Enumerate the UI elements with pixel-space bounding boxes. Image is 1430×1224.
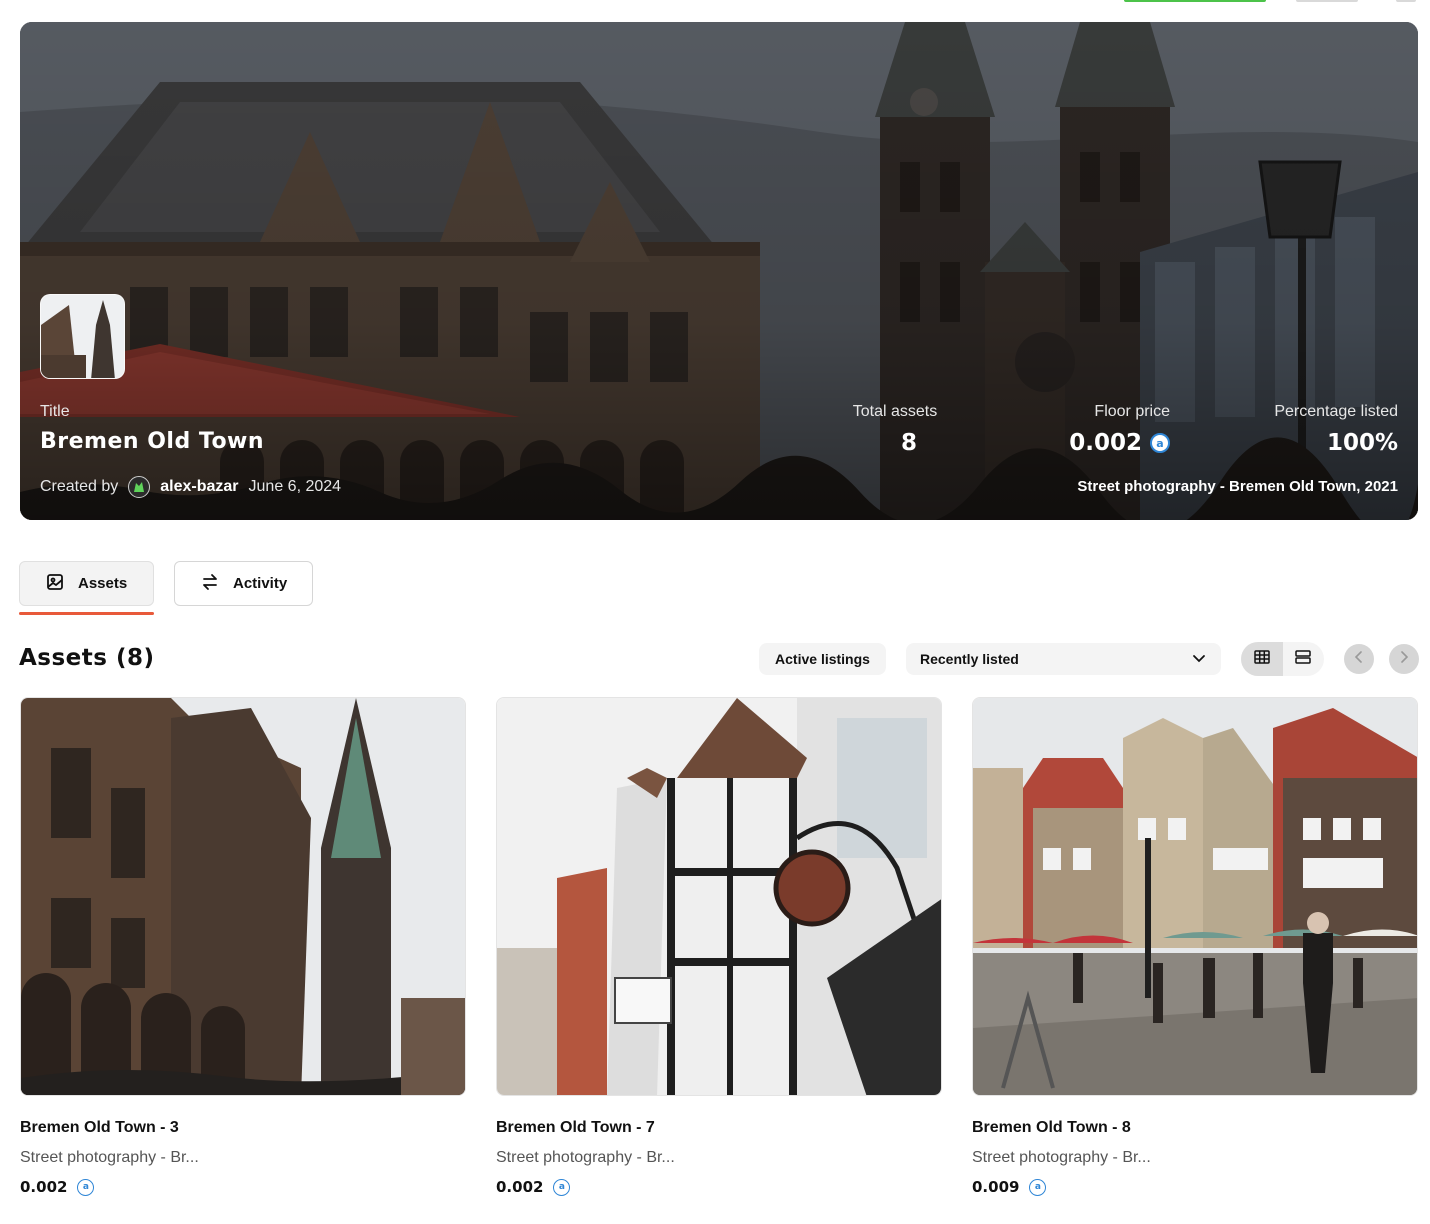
grid-view-button[interactable]	[1241, 642, 1283, 676]
title-label: Title	[40, 403, 70, 420]
asset-subtitle: Street photography - Br...	[20, 1149, 199, 1166]
asset-subtitle: Street photography - Br...	[496, 1149, 675, 1166]
collection-caption: Street photography - Bremen Old Town, 20…	[1077, 478, 1398, 495]
currency-icon: a	[1150, 433, 1170, 453]
previous-page-button[interactable]	[1344, 644, 1374, 674]
creator-name-link[interactable]: alex-bazar	[160, 478, 238, 496]
list-view-button[interactable]	[1283, 642, 1325, 676]
header-icon-button-edge[interactable]	[1396, 0, 1416, 2]
chevron-left-icon	[1353, 650, 1365, 668]
tab-assets-label: Assets	[78, 575, 128, 592]
active-tab-indicator	[19, 612, 154, 615]
assets-heading: Assets (8)	[19, 645, 155, 671]
stat-total-assets: Total assets 8	[840, 403, 950, 456]
asset-title[interactable]: Bremen Old Town - 8	[972, 1119, 1418, 1137]
asset-price-value: 0.009	[972, 1178, 1020, 1196]
grid-view-icon	[1254, 649, 1270, 669]
asset-card[interactable]: Bremen Old Town - 8 Street photography -…	[972, 697, 1418, 1196]
header-primary-button-edge[interactable]	[1124, 0, 1266, 2]
sort-selected-label: Recently listed	[920, 651, 1019, 667]
asset-price: 0.002 a	[496, 1178, 942, 1196]
total-assets-value: 8	[900, 430, 917, 456]
percentage-listed-label: Percentage listed	[1274, 403, 1398, 420]
created-by-label: Created by	[40, 478, 119, 495]
total-assets-label: Total assets	[852, 403, 938, 420]
asset-card[interactable]: Bremen Old Town - 7 Street photography -…	[496, 697, 942, 1196]
next-page-button[interactable]	[1389, 644, 1419, 674]
currency-icon: a	[1029, 1178, 1047, 1196]
collection-thumbnail	[40, 294, 125, 379]
asset-card[interactable]: Bremen Old Town - 3 Street photography -…	[20, 697, 466, 1196]
sort-select[interactable]: Recently listed	[906, 643, 1221, 675]
asset-subtitle: Street photography - Br...	[972, 1149, 1151, 1166]
asset-image[interactable]	[20, 697, 466, 1096]
asset-title[interactable]: Bremen Old Town - 3	[20, 1119, 466, 1137]
active-listings-filter-button[interactable]: Active listings	[759, 643, 886, 675]
asset-price-value: 0.002	[496, 1178, 544, 1196]
chevron-right-icon	[1398, 650, 1410, 668]
asset-title[interactable]: Bremen Old Town - 7	[496, 1119, 942, 1137]
asset-price: 0.009 a	[972, 1178, 1418, 1196]
stat-floor-price: Floor price 0.002 a	[1060, 403, 1170, 456]
currency-icon: a	[553, 1178, 571, 1196]
stat-percentage-listed: Percentage listed 100%	[1248, 403, 1398, 456]
tab-activity-label: Activity	[233, 575, 288, 592]
active-listings-label: Active listings	[775, 651, 870, 667]
tab-activity[interactable]: Activity	[174, 561, 313, 606]
currency-icon: a	[77, 1178, 95, 1196]
collection-title: Bremen Old Town	[40, 429, 265, 454]
asset-image[interactable]	[496, 697, 942, 1096]
floor-price-label: Floor price	[1094, 403, 1170, 420]
floor-price-value: 0.002	[1069, 430, 1142, 456]
tab-assets[interactable]: Assets	[19, 561, 154, 606]
created-date: June 6, 2024	[248, 478, 342, 495]
creator-avatar[interactable]	[128, 476, 151, 498]
asset-price: 0.002 a	[20, 1178, 466, 1196]
swap-arrows-icon	[201, 573, 219, 595]
list-view-icon	[1295, 649, 1311, 669]
percentage-listed-value: 100%	[1326, 430, 1398, 456]
collection-banner: Title Bremen Old Town Total assets 8 Flo…	[20, 22, 1418, 520]
view-mode-toggle	[1241, 642, 1324, 676]
image-icon	[46, 573, 64, 595]
creator-info: Created by alex-bazar June 6, 2024	[40, 476, 341, 498]
header-secondary-button-edge[interactable]	[1296, 0, 1358, 2]
chevron-down-icon	[1191, 650, 1207, 669]
asset-price-value: 0.002	[20, 1178, 68, 1196]
asset-image[interactable]	[972, 697, 1418, 1096]
